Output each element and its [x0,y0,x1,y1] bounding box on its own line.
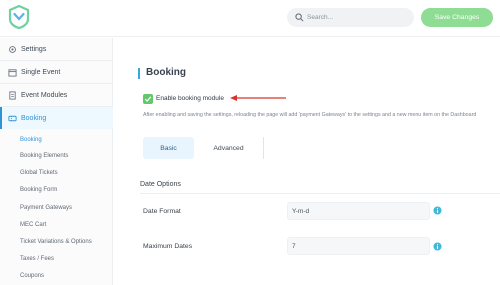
sidebar-item-event-modules[interactable]: Event Modules [0,84,113,106]
sidebar-subitem-global-tickets[interactable]: Global Tickets [20,170,58,176]
checkmark-icon [144,96,152,102]
red-arrow-annotation [230,95,286,101]
sidebar-subitem-ticket-variations[interactable]: Ticket Variations & Options [20,239,92,245]
sidebar-subitem-booking[interactable]: Booking [20,137,42,143]
top-bar: Save Changes [0,0,500,37]
search-icon [295,13,304,22]
mec-logo-icon [8,5,30,29]
enable-booking-label[interactable]: Enable booking module [156,95,224,102]
search-input[interactable] [307,10,407,25]
sidebar-subitem-taxes-fees[interactable]: Taxes / Fees [20,256,54,262]
info-icon[interactable] [433,242,442,251]
sidebar-subitem-booking-form[interactable]: Booking Form [20,187,57,193]
sidebar-item-booking[interactable]: Booking [0,107,113,129]
section-title: Booking [138,67,186,79]
help-text: After enabling and saving the settings, … [143,112,477,118]
info-icon[interactable] [433,206,442,215]
date-format-input[interactable] [287,202,430,220]
sidebar-item-label: Single Event [21,68,61,76]
maximum-dates-label: Maximum Dates [143,243,193,250]
search-box[interactable] [287,8,414,27]
tab-advanced[interactable]: Advanced [194,137,264,159]
calendar-icon [8,68,17,77]
main-content: Booking Enable booking module After enab… [114,38,500,285]
ticket-icon [8,115,17,121]
sidebar-item-label: Settings [21,45,47,53]
tab-bar: Basic Advanced [143,137,265,159]
divider [140,193,500,194]
sidebar-subitem-payment-gateways[interactable]: Payment Gateways [20,205,72,211]
gear-icon [9,45,16,53]
date-options-heading: Date Options [140,181,181,188]
date-format-label: Date Format [143,208,181,215]
sidebar-item-single-event[interactable]: Single Event [0,61,113,83]
sidebar-item-settings[interactable]: Settings [0,38,113,60]
sidebar-subitem-mec-cart[interactable]: MEC Cart [20,222,46,228]
sidebar-subitem-booking-elements[interactable]: Booking Elements [20,153,68,159]
maximum-dates-input[interactable] [287,237,430,255]
save-changes-button[interactable]: Save Changes [421,8,493,27]
sidebar-item-label: Booking [21,114,47,122]
tab-basic[interactable]: Basic [143,137,194,159]
sidebar-subitem-coupons[interactable]: Coupons [20,273,44,279]
document-icon [9,90,16,100]
enable-booking-checkbox[interactable] [143,94,153,104]
sidebar-item-label: Event Modules [21,91,68,99]
sidebar: Settings Single Event Event Modules Book… [0,38,113,285]
